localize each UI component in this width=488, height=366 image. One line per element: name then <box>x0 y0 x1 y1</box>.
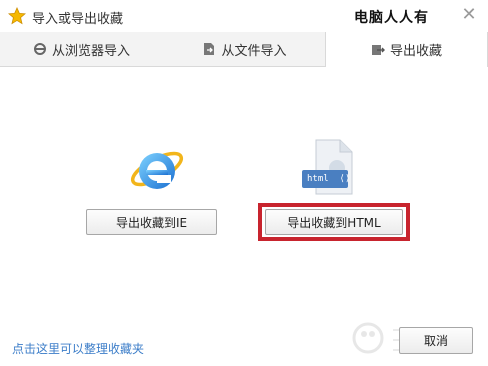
export-to-ie-button[interactable]: 导出收藏到IE <box>86 209 217 235</box>
html-file-icon: html ⟨⟩ <box>300 138 358 196</box>
cancel-button[interactable]: 取消 <box>399 327 473 354</box>
tab-export-favorites[interactable]: 导出收藏 <box>325 32 488 67</box>
file-shape-icon <box>302 139 353 195</box>
manage-favorites-link[interactable]: 点击这里可以整理收藏夹 <box>12 340 144 357</box>
ie-small-icon <box>33 43 46 55</box>
star-icon <box>8 7 26 25</box>
tab-label: 从浏览器导入 <box>51 43 130 59</box>
tab-label: 导出收藏 <box>389 44 442 59</box>
watermark-text: 电脑人人有 <box>354 10 429 26</box>
close-icon: ✕ <box>461 4 477 25</box>
html-badge-text: html ⟨⟩ <box>307 174 351 184</box>
export-to-html-button[interactable]: 导出收藏到HTML <box>265 209 403 235</box>
tab-browser-import[interactable]: 从浏览器导入 <box>0 32 163 66</box>
tab-label: 从文件导入 <box>221 43 287 59</box>
button-label: 导出收藏到IE <box>115 215 188 230</box>
title-bar: 导入或导出收藏 电脑人人有 ✕ <box>0 0 488 32</box>
close-button[interactable]: ✕ <box>458 4 480 26</box>
window-title: 导入或导出收藏 <box>32 12 124 27</box>
file-import-icon <box>204 43 215 55</box>
tab-bar: 从浏览器导入 从文件导入 导出收藏 <box>0 32 488 67</box>
button-label: 取消 <box>423 334 448 348</box>
export-icon <box>371 44 385 55</box>
button-label: 导出收藏到HTML <box>287 215 381 230</box>
ie-logo-icon <box>130 151 184 189</box>
tab-file-import[interactable]: 从文件导入 <box>163 32 326 66</box>
